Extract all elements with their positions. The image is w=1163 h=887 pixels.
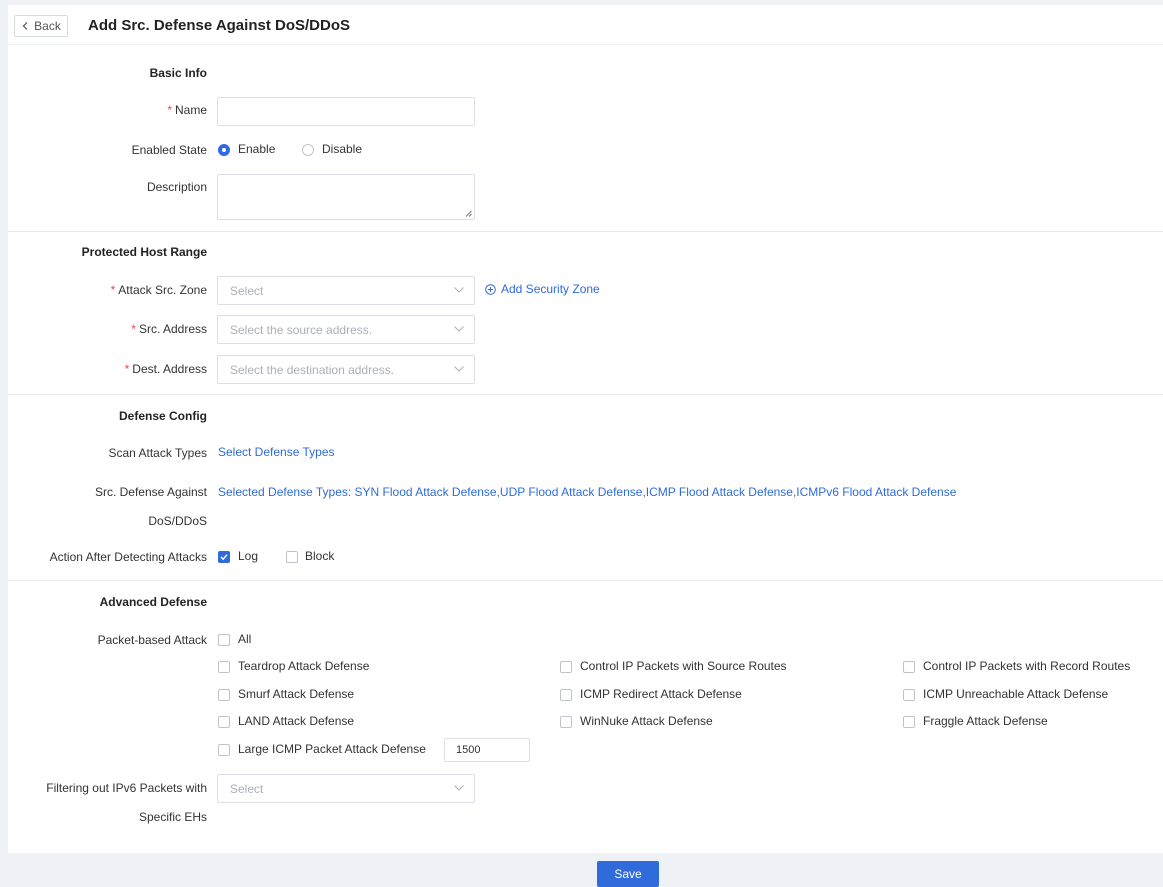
source-routes-checkbox[interactable] bbox=[560, 661, 572, 673]
smurf-checkbox[interactable] bbox=[218, 689, 230, 701]
teardrop-checkbox[interactable] bbox=[218, 661, 230, 673]
attack-src-zone-placeholder: Select bbox=[230, 283, 264, 298]
enable-label: Enable bbox=[238, 142, 276, 156]
page-title: Add Src. Defense Against DoS/DDoS bbox=[88, 17, 350, 34]
back-button[interactable]: Back bbox=[14, 15, 68, 37]
chevron-left-icon bbox=[22, 22, 28, 30]
add-security-zone-link[interactable]: Add Security Zone bbox=[485, 282, 600, 296]
chevron-down-icon bbox=[454, 365, 464, 372]
save-button[interactable]: Save bbox=[597, 861, 659, 887]
src-address-label: * Src. Address bbox=[131, 322, 207, 336]
winnuke-label: WinNuke Attack Defense bbox=[580, 714, 713, 728]
icmp-redirect-checkbox[interactable] bbox=[560, 689, 572, 701]
block-checkbox[interactable] bbox=[286, 551, 298, 563]
icmp-unreachable-label: ICMP Unreachable Attack Defense bbox=[923, 687, 1109, 701]
all-checkbox[interactable] bbox=[218, 634, 230, 646]
resize-handle-icon[interactable] bbox=[465, 210, 472, 217]
teardrop-label: Teardrop Attack Defense bbox=[238, 659, 370, 673]
src-address-placeholder: Select the source address. bbox=[230, 322, 373, 337]
description-textarea[interactable] bbox=[217, 174, 475, 220]
page-header: Back Add Src. Defense Against DoS/DDoS bbox=[8, 6, 1163, 45]
section-protected-host-range: Protected Host Range bbox=[81, 245, 207, 259]
fraggle-checkbox[interactable] bbox=[903, 716, 915, 728]
dest-address-select[interactable]: Select the destination address. bbox=[217, 355, 475, 384]
ipv6-eh-select[interactable]: Select bbox=[217, 774, 475, 803]
enable-radio[interactable] bbox=[218, 144, 230, 156]
required-marker: * bbox=[131, 322, 136, 336]
log-checkbox[interactable] bbox=[218, 551, 230, 563]
land-label: LAND Attack Defense bbox=[238, 714, 355, 728]
src-defense-label: Src. Defense Against DoS/DDoS bbox=[94, 485, 207, 528]
large-icmp-size-input[interactable]: 1500 bbox=[444, 738, 530, 762]
section-advanced-defense: Advanced Defense bbox=[99, 595, 207, 609]
src-address-select[interactable]: Select the source address. bbox=[217, 315, 475, 344]
record-routes-label: Control IP Packets with Record Routes bbox=[923, 659, 1131, 673]
dest-address-placeholder: Select the destination address. bbox=[230, 362, 395, 377]
add-security-zone-label: Add Security Zone bbox=[501, 282, 600, 296]
select-defense-types-link[interactable]: Select Defense Types bbox=[218, 445, 335, 459]
selected-defense-types-link[interactable]: Selected Defense Types: SYN Flood Attack… bbox=[218, 485, 956, 499]
chevron-down-icon bbox=[454, 286, 464, 293]
divider bbox=[8, 394, 1163, 395]
required-marker: * bbox=[167, 103, 172, 117]
checkmark-icon bbox=[220, 554, 228, 561]
enabled-state-label: Enabled State bbox=[131, 143, 207, 157]
chevron-down-icon bbox=[454, 784, 464, 791]
log-label: Log bbox=[238, 549, 259, 563]
required-marker: * bbox=[110, 283, 116, 297]
description-label: Description bbox=[146, 180, 207, 194]
plus-circle-icon bbox=[485, 283, 496, 295]
dest-address-label: * Dest. Address bbox=[124, 362, 207, 376]
large-icmp-label: Large ICMP Packet Attack Defense bbox=[238, 742, 426, 756]
chevron-down-icon bbox=[454, 325, 464, 332]
smurf-label: Smurf Attack Defense bbox=[238, 687, 355, 701]
large-icmp-checkbox[interactable] bbox=[218, 744, 230, 756]
packet-based-attack-label: Packet-based Attack bbox=[97, 633, 207, 647]
ipv6-eh-placeholder: Select bbox=[230, 781, 264, 796]
winnuke-checkbox[interactable] bbox=[560, 716, 572, 728]
section-defense-config: Defense Config bbox=[118, 409, 207, 423]
name-input[interactable] bbox=[217, 97, 475, 126]
divider bbox=[8, 580, 1163, 581]
fraggle-label: Fraggle Attack Defense bbox=[923, 714, 1048, 728]
all-label: All bbox=[238, 632, 252, 646]
disable-label: Disable bbox=[322, 142, 363, 156]
section-basic-info: Basic Info bbox=[149, 66, 207, 80]
land-checkbox[interactable] bbox=[218, 716, 230, 728]
icmp-redirect-label: ICMP Redirect Attack Defense bbox=[580, 687, 742, 701]
name-label: * Name bbox=[167, 103, 207, 117]
source-routes-label: Control IP Packets with Source Routes bbox=[580, 659, 787, 673]
record-routes-checkbox[interactable] bbox=[903, 661, 915, 673]
scan-attack-types-label: Scan Attack Types bbox=[108, 446, 207, 460]
attack-src-zone-select[interactable]: Select bbox=[217, 276, 475, 305]
disable-radio[interactable] bbox=[302, 144, 314, 156]
icmp-unreachable-checkbox[interactable] bbox=[903, 689, 915, 701]
attack-src-zone-label: * Attack Src. Zone bbox=[110, 283, 207, 297]
divider bbox=[8, 231, 1163, 232]
block-label: Block bbox=[305, 549, 335, 563]
required-marker: * bbox=[124, 362, 130, 376]
ipv6-eh-filter-label: Filtering out IPv6 Packets with Specific… bbox=[46, 781, 207, 824]
action-after-detecting-label: Action After Detecting Attacks bbox=[49, 550, 207, 564]
back-label: Back bbox=[34, 19, 61, 33]
